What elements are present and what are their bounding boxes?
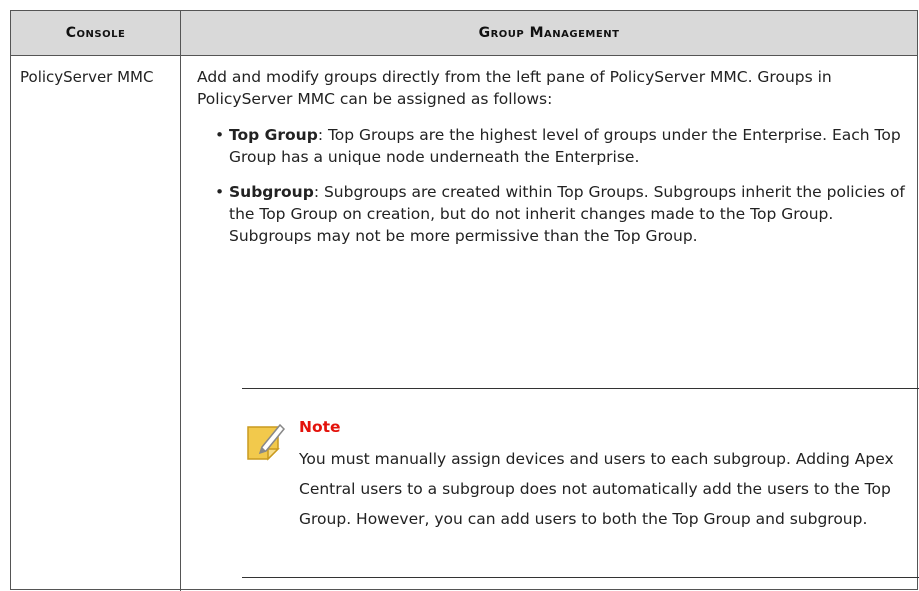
bullet-icon: • [215, 126, 225, 144]
bullet-icon: • [215, 183, 225, 201]
list-item: • Top Group: Top Groups are the highest … [215, 124, 909, 168]
group-management-cell: Add and modify groups directly from the … [197, 66, 919, 578]
desc-subgroup: : Subgroups are created within Top Group… [229, 183, 905, 245]
note-box: Note You must manually assign devices an… [242, 388, 919, 578]
header-group-management: Group Management [478, 25, 620, 41]
column-divider [180, 11, 181, 591]
desc-top-group: : Top Groups are the highest level of gr… [229, 126, 901, 166]
group-management-table: Console Group Management PolicyServer MM… [10, 10, 919, 591]
note-title: Note [299, 418, 341, 436]
header-console: Console [65, 25, 126, 41]
list-item: • Subgroup: Subgroups are created within… [215, 181, 909, 247]
note-pencil-icon [247, 423, 286, 461]
console-cell: PolicyServer MMC [20, 68, 154, 86]
term-top-group: Top Group [229, 126, 318, 144]
note-text: You must manually assign devices and use… [299, 450, 894, 528]
group-type-list: • Top Group: Top Groups are the highest … [197, 124, 909, 247]
intro-text: Add and modify groups directly from the … [197, 68, 832, 108]
term-subgroup: Subgroup [229, 183, 314, 201]
table-header: Console Group Management [11, 11, 917, 56]
